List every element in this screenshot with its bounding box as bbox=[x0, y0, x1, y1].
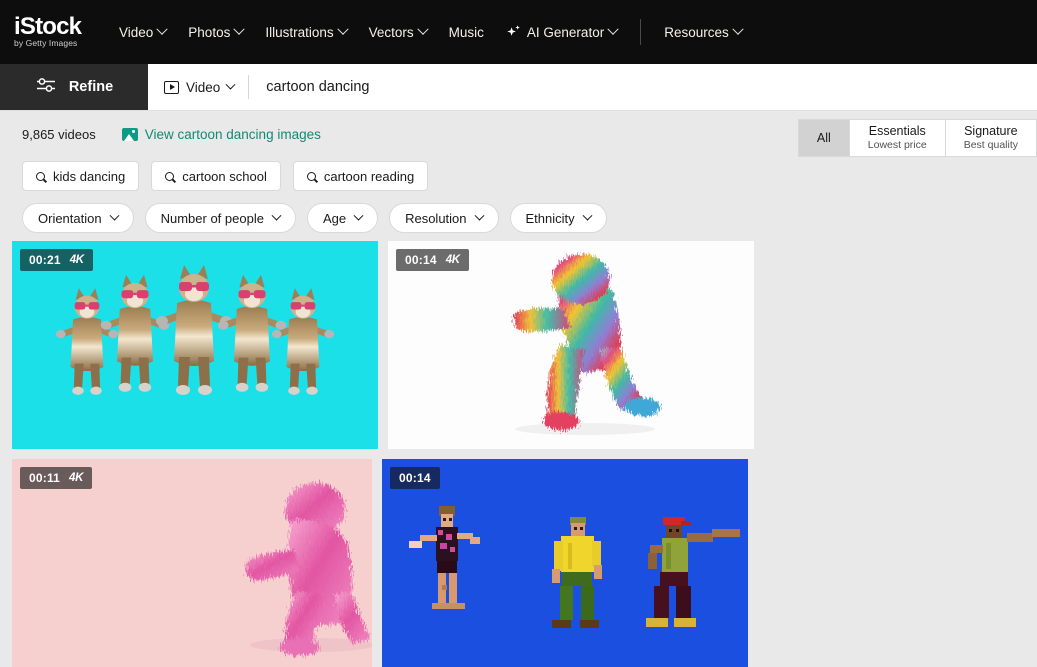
tab-essentials[interactable]: Essentials Lowest price bbox=[850, 120, 946, 156]
nav-item-ai-generator[interactable]: AI Generator bbox=[495, 0, 628, 64]
chevron-down-icon bbox=[233, 23, 245, 35]
video-result-card[interactable]: 00:14 4K bbox=[388, 241, 754, 449]
search-icon bbox=[165, 171, 175, 181]
thumbnail-image bbox=[409, 506, 740, 628]
tab-all[interactable]: All bbox=[798, 120, 850, 156]
view-images-link[interactable]: View cartoon dancing images bbox=[121, 126, 321, 142]
quality-label: 4K bbox=[69, 254, 84, 266]
tab-title: Essentials bbox=[868, 124, 926, 138]
nav-label: Illustrations bbox=[265, 24, 334, 40]
results-header: 9,865 videos View cartoon dancing images… bbox=[0, 111, 1037, 157]
top-navigation-bar: iStock by Getty Images Video Photos Illu… bbox=[0, 0, 1037, 64]
nav-item-photos[interactable]: Photos bbox=[177, 0, 254, 64]
istock-logo[interactable]: iStock by Getty Images bbox=[14, 12, 86, 49]
filter-label: Age bbox=[322, 210, 347, 226]
duration-label: 00:14 bbox=[399, 471, 431, 485]
related-searches: kids dancing cartoon school cartoon read… bbox=[0, 157, 1037, 195]
chip-label: kids dancing bbox=[53, 168, 126, 184]
nav-label: Photos bbox=[188, 24, 231, 40]
chevron-down-icon bbox=[474, 210, 484, 221]
search-type-selector[interactable]: Video bbox=[148, 64, 248, 110]
tab-subtitle: Best quality bbox=[963, 139, 1018, 151]
logo-tagline: by Getty Images bbox=[14, 37, 78, 48]
search-type-label: Video bbox=[186, 79, 221, 95]
search-box: Video bbox=[148, 64, 1037, 110]
video-icon bbox=[164, 80, 179, 94]
filter-label: Orientation bbox=[38, 210, 102, 226]
chevron-down-icon bbox=[225, 79, 236, 90]
video-result-card[interactable]: 00:11 4K bbox=[12, 459, 372, 667]
video-results-grid: 00:21 4K 00:14 4K 00:11 4K 00:14 bbox=[0, 237, 1037, 667]
filter-label: Ethnicity bbox=[525, 210, 575, 226]
view-images-label: View cartoon dancing images bbox=[144, 126, 321, 142]
nav-label: Music bbox=[448, 24, 484, 40]
duration-badge: 00:21 4K bbox=[20, 249, 93, 271]
nav-item-resources[interactable]: Resources bbox=[653, 0, 753, 64]
chip-label: cartoon reading bbox=[323, 168, 415, 184]
chevron-down-icon bbox=[353, 210, 364, 221]
suggestion-chip-kids-dancing[interactable]: kids dancing bbox=[22, 161, 140, 191]
filter-age[interactable]: Age bbox=[306, 203, 379, 233]
chevron-down-icon bbox=[607, 23, 619, 35]
filter-bar: Orientation Number of people Age Resolut… bbox=[0, 195, 1037, 237]
refine-label: Refine bbox=[68, 79, 114, 95]
video-result-card[interactable]: 00:21 4K bbox=[12, 241, 378, 449]
image-icon bbox=[121, 127, 138, 141]
duration-badge: 00:11 4K bbox=[20, 467, 93, 489]
chevron-down-icon bbox=[732, 23, 744, 35]
nav-item-vectors[interactable]: Vectors bbox=[358, 0, 438, 64]
video-result-card[interactable]: 00:14 bbox=[382, 459, 748, 667]
chevron-down-icon bbox=[336, 23, 349, 35]
filter-orientation[interactable]: Orientation bbox=[22, 203, 134, 233]
results-count: 9,865 videos bbox=[22, 126, 96, 142]
thumbnail-image bbox=[513, 254, 660, 435]
filter-label: Resolution bbox=[405, 210, 467, 226]
duration-badge: 00:14 4K bbox=[396, 249, 469, 271]
thumbnail-image bbox=[245, 483, 372, 656]
tab-title: All bbox=[816, 130, 831, 145]
tab-title: Signature bbox=[964, 124, 1018, 138]
filter-ethnicity[interactable]: Ethnicity bbox=[509, 203, 607, 233]
refine-button[interactable]: Refine bbox=[0, 64, 148, 110]
nav-divider bbox=[640, 19, 642, 45]
thumbnail-image bbox=[55, 265, 335, 395]
duration-label: 00:14 bbox=[405, 253, 437, 267]
nav-label: Resources bbox=[664, 24, 729, 40]
tab-signature[interactable]: Signature Best quality bbox=[946, 120, 1037, 156]
logo-wordmark: iStock bbox=[14, 12, 82, 40]
search-icon bbox=[36, 171, 45, 181]
search-input[interactable] bbox=[249, 79, 1037, 95]
nav-label: Video bbox=[119, 24, 154, 40]
nav-item-video[interactable]: Video bbox=[108, 0, 177, 64]
nav-label: Vectors bbox=[368, 24, 414, 40]
duration-label: 00:21 bbox=[29, 253, 61, 267]
chip-label: cartoon school bbox=[182, 168, 267, 184]
duration-label: 00:11 bbox=[29, 471, 61, 485]
chevron-down-icon bbox=[156, 23, 168, 35]
suggestion-chip-cartoon-reading[interactable]: cartoon reading bbox=[292, 161, 429, 191]
sliders-icon bbox=[35, 76, 57, 99]
nav-item-music[interactable]: Music bbox=[438, 0, 495, 64]
tab-subtitle: Lowest price bbox=[867, 139, 927, 151]
filter-resolution[interactable]: Resolution bbox=[389, 203, 499, 233]
chevron-down-icon bbox=[109, 210, 120, 221]
license-tabs: All Essentials Lowest price Signature Be… bbox=[797, 119, 1037, 157]
filter-label: Number of people bbox=[160, 210, 264, 226]
nav-item-illustrations[interactable]: Illustrations bbox=[254, 0, 357, 64]
suggestion-chip-cartoon-school[interactable]: cartoon school bbox=[151, 161, 281, 191]
nav-label: AI Generator bbox=[526, 24, 605, 40]
search-bar-row: Refine Video bbox=[0, 64, 1037, 111]
search-icon bbox=[306, 171, 316, 181]
chevron-down-icon bbox=[416, 23, 429, 35]
duration-badge: 00:14 bbox=[390, 467, 440, 489]
filter-number-of-people[interactable]: Number of people bbox=[144, 203, 296, 233]
chevron-down-icon bbox=[271, 210, 282, 221]
chevron-down-icon bbox=[582, 210, 593, 221]
quality-label: 4K bbox=[69, 472, 84, 484]
quality-label: 4K bbox=[445, 254, 460, 266]
sparkle-icon bbox=[506, 24, 522, 40]
primary-nav-items: Video Photos Illustrations Vectors Music bbox=[108, 0, 753, 64]
